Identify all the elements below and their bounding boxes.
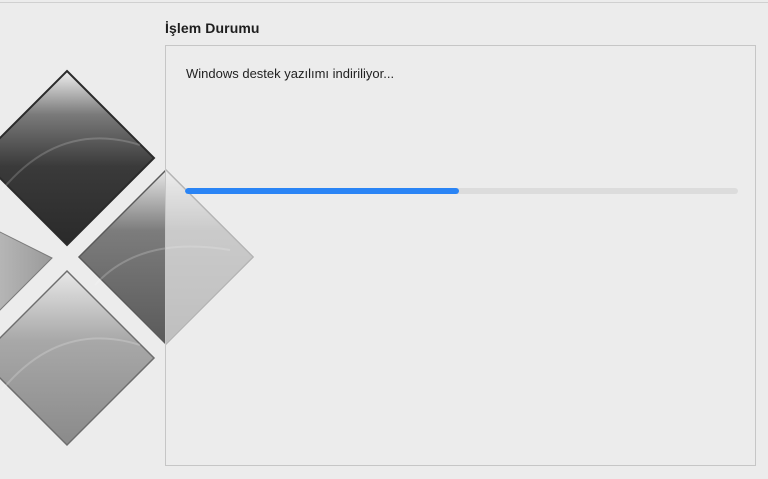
download-progress-bar xyxy=(185,188,738,194)
status-panel: Windows destek yazılımı indiriliyor... xyxy=(165,45,756,466)
status-message: Windows destek yazılımı indiriliyor... xyxy=(186,66,395,81)
boot-camp-assistant-window: İşlem Durumu Windows destek yazılımı ind… xyxy=(0,0,768,479)
status-section-title: İşlem Durumu xyxy=(165,20,260,36)
download-progress-fill xyxy=(185,188,459,194)
